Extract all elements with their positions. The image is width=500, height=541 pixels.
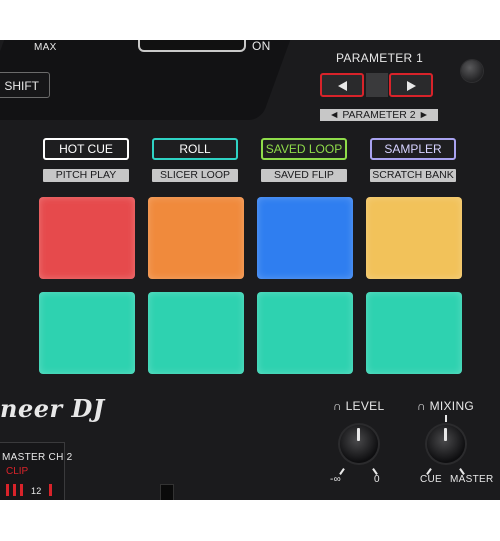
- mixing-label: MIXING: [429, 399, 475, 413]
- mixing-master-label: MASTER: [450, 474, 494, 485]
- pad-6[interactable]: [148, 292, 244, 374]
- meter-led: [13, 484, 16, 496]
- parameter-right-button[interactable]: [389, 73, 433, 97]
- pad-5[interactable]: [39, 292, 135, 374]
- parameter-divider: [366, 73, 388, 97]
- mixing-cue-label: CUE: [420, 474, 443, 485]
- small-knob[interactable]: [461, 60, 483, 82]
- on-label: ON: [252, 40, 271, 53]
- scratch-bank-label: SCRATCH BANK: [370, 169, 456, 182]
- meter-led: [49, 484, 52, 496]
- parameter1-label: PARAMETER 1: [336, 51, 424, 65]
- roll-button[interactable]: ROLL: [152, 138, 238, 160]
- meter-led: [6, 484, 9, 496]
- pad-7[interactable]: [257, 292, 353, 374]
- mixing-tick-center: [445, 415, 447, 422]
- level-min-label: -∞: [330, 474, 342, 485]
- meter-clip-label: CLIP: [6, 466, 29, 477]
- controller-panel: MAX ON SHIFT PARAMETER 1 ◄ PARAMETER 2 ►…: [0, 40, 500, 500]
- brand-logo: neer DJ: [0, 394, 105, 423]
- fader-slot[interactable]: [138, 40, 246, 52]
- pad-8[interactable]: [366, 292, 462, 374]
- saved-flip-label: SAVED FLIP: [261, 169, 347, 182]
- left-arrow-icon: [338, 81, 347, 91]
- mixing-label-group: ∩ MIXING: [417, 399, 474, 413]
- level-knob[interactable]: [340, 425, 378, 463]
- parameter2-label: ◄ PARAMETER 2 ►: [320, 109, 438, 121]
- headphones-icon: ∩: [417, 399, 426, 413]
- saved-loop-button[interactable]: SAVED LOOP: [261, 138, 347, 160]
- hot-cue-button[interactable]: HOT CUE: [43, 138, 129, 160]
- right-arrow-icon: [407, 81, 416, 91]
- pad-1[interactable]: [39, 197, 135, 279]
- pad-4[interactable]: [366, 197, 462, 279]
- level-label: LEVEL: [345, 399, 385, 413]
- sampler-button[interactable]: SAMPLER: [370, 138, 456, 160]
- meter-led: [20, 484, 23, 496]
- pad-2[interactable]: [148, 197, 244, 279]
- parameter-left-button[interactable]: [320, 73, 364, 97]
- max-label: MAX: [34, 42, 57, 53]
- pitch-play-label: PITCH PLAY: [43, 169, 129, 182]
- meter-master-label: MASTER CH 2: [2, 452, 73, 463]
- pad-3[interactable]: [257, 197, 353, 279]
- level-label-group: ∩ LEVEL: [333, 399, 384, 413]
- headphones-icon: ∩: [333, 399, 342, 413]
- shift-button[interactable]: SHIFT: [0, 72, 50, 98]
- bottom-slot: [160, 484, 174, 500]
- slicer-loop-label: SLICER LOOP: [152, 169, 238, 182]
- mixing-knob[interactable]: [427, 425, 465, 463]
- meter-value: 12: [31, 486, 42, 496]
- level-max-label: 0: [374, 474, 380, 485]
